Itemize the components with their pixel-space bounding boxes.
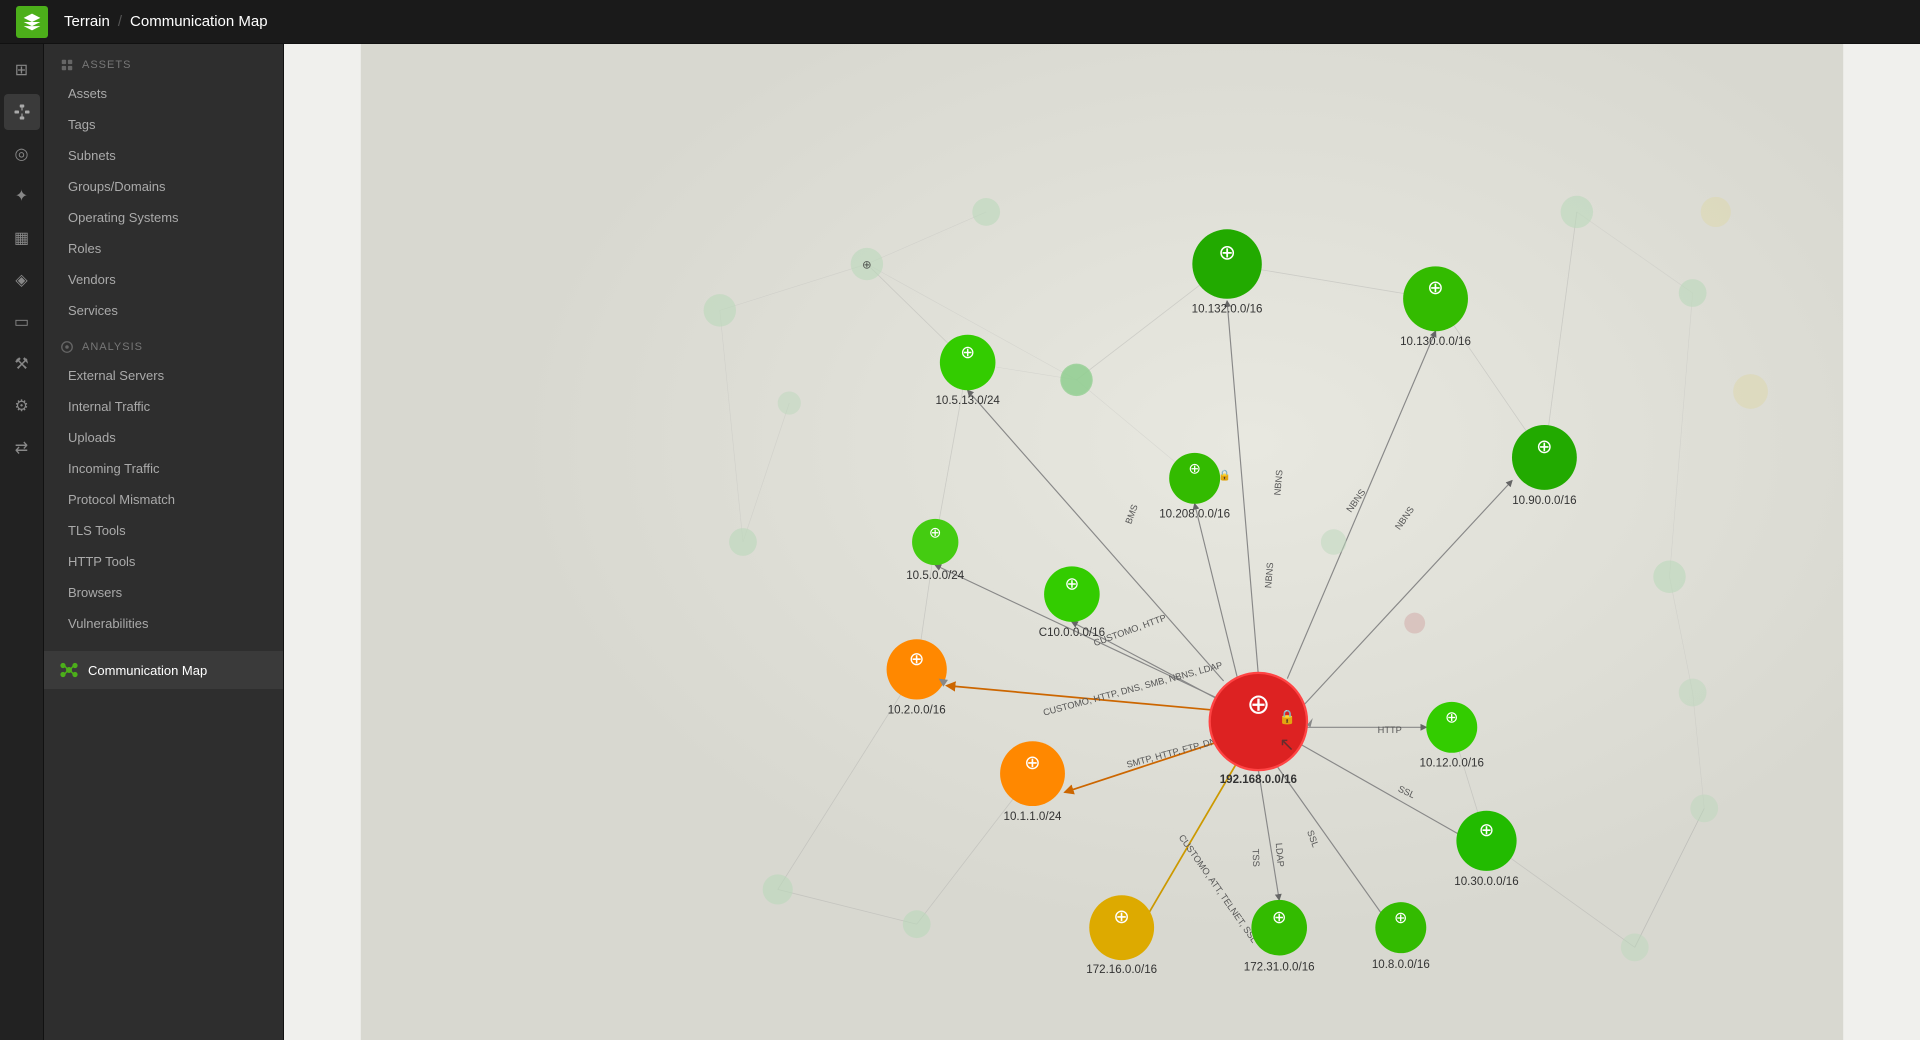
- svg-text:10.12.0.0/16: 10.12.0.0/16: [1420, 758, 1484, 770]
- reports-nav[interactable]: ▦: [4, 220, 40, 256]
- svg-text:10.132.0.0/16: 10.132.0.0/16: [1192, 304, 1263, 316]
- svg-text:10.90.0.0/16: 10.90.0.0/16: [1512, 495, 1576, 507]
- svg-text:172.31.0.0/16: 172.31.0.0/16: [1244, 962, 1315, 974]
- sidebar-item-internal-traffic[interactable]: Internal Traffic: [44, 391, 283, 422]
- svg-text:10.5.13.0/24: 10.5.13.0/24: [935, 395, 1000, 407]
- svg-text:⊕: ⊕: [1394, 909, 1408, 927]
- svg-text:172.16.0.0/16: 172.16.0.0/16: [1086, 964, 1157, 976]
- icon-bar: ⊞ ◎ ✦ ▦ ◈ ▭ ⚒ ⚙ ⇄: [0, 44, 44, 1040]
- sidebar-item-protocol-mismatch[interactable]: Protocol Mismatch: [44, 484, 283, 515]
- svg-text:⊕: ⊕: [1218, 241, 1235, 264]
- svg-text:⊕: ⊕: [929, 524, 942, 541]
- svg-text:⊕: ⊕: [1188, 461, 1201, 478]
- sidebar-item-vendors[interactable]: Vendors: [44, 264, 283, 295]
- sidebar-item-subnets[interactable]: Subnets: [44, 140, 283, 171]
- svg-text:⊕: ⊕: [909, 648, 925, 669]
- sidebar-item-http-tools[interactable]: HTTP Tools: [44, 546, 283, 577]
- svg-text:🔒: 🔒: [1279, 709, 1296, 726]
- app-logo: [16, 6, 48, 38]
- settings-nav[interactable]: ⚙: [4, 388, 40, 424]
- svg-text:10.8.0.0/16: 10.8.0.0/16: [1372, 959, 1430, 971]
- analysis-section-header: ANALYSIS: [44, 326, 283, 360]
- sidebar-item-os[interactable]: Operating Systems: [44, 202, 283, 233]
- tools-nav[interactable]: ⚒: [4, 346, 40, 382]
- sidebar-item-services[interactable]: Services: [44, 295, 283, 326]
- svg-text:↖: ↖: [1279, 733, 1295, 754]
- alerts-nav[interactable]: ◈: [4, 262, 40, 298]
- svg-text:⊕: ⊕: [1065, 573, 1080, 593]
- svg-text:HTTP: HTTP: [1378, 725, 1402, 735]
- sidebar-item-tags[interactable]: Tags: [44, 109, 283, 140]
- assets-section-header: ASSETS: [44, 44, 283, 78]
- svg-text:⊕: ⊕: [1024, 752, 1040, 774]
- sidebar: ASSETS Assets Tags Subnets Groups/Domain…: [44, 44, 284, 1040]
- svg-text:⊕: ⊕: [1113, 906, 1129, 928]
- svg-text:⊕: ⊕: [1247, 688, 1270, 719]
- sidebar-item-communication-map[interactable]: Communication Map: [44, 651, 283, 689]
- svg-text:⊕: ⊕: [1479, 819, 1495, 840]
- breadcrumb-separator: /: [118, 13, 122, 30]
- network-nav[interactable]: [4, 94, 40, 130]
- map-svg: BMS NBNS NBNS NBNS NBNS CUSTOMO, HTTP CU…: [284, 44, 1920, 1040]
- share-nav[interactable]: ⇄: [4, 430, 40, 466]
- main-layout: ⊞ ◎ ✦ ▦ ◈ ▭ ⚒ ⚙ ⇄ ASSETS Assets Tags Sub…: [0, 44, 1920, 1040]
- sidebar-item-incoming-traffic[interactable]: Incoming Traffic: [44, 453, 283, 484]
- svg-text:LDAP: LDAP: [1274, 842, 1286, 867]
- app-title: Terrain: [64, 13, 110, 30]
- sidebar-item-groups[interactable]: Groups/Domains: [44, 171, 283, 202]
- sidebar-item-vulnerabilities[interactable]: Vulnerabilities: [44, 608, 283, 639]
- svg-text:⊕: ⊕: [1445, 709, 1459, 727]
- content-area: BMS NBNS NBNS NBNS NBNS CUSTOMO, HTTP CU…: [284, 44, 1920, 1040]
- monitor-nav[interactable]: ▭: [4, 304, 40, 340]
- svg-text:10.1.1.0/24: 10.1.1.0/24: [1004, 811, 1063, 823]
- svg-text:10.30.0.0/16: 10.30.0.0/16: [1454, 876, 1518, 888]
- svg-text:⊕: ⊕: [960, 342, 975, 362]
- topbar: Terrain / Communication Map: [0, 0, 1920, 44]
- svg-text:C10.0.0.0/16: C10.0.0.0/16: [1039, 627, 1105, 639]
- svg-text:10.208.0.0/16: 10.208.0.0/16: [1159, 509, 1230, 521]
- svg-text:🔒: 🔒: [1218, 469, 1231, 481]
- svg-text:192.168.0.0/16: 192.168.0.0/16: [1220, 774, 1298, 786]
- dashboard-nav[interactable]: ⊞: [4, 52, 40, 88]
- svg-text:⊕: ⊕: [1272, 907, 1287, 927]
- sidebar-item-tls-tools[interactable]: TLS Tools: [44, 515, 283, 546]
- page-title: Communication Map: [130, 13, 268, 30]
- svg-text:10.130.0.0/16: 10.130.0.0/16: [1400, 336, 1471, 348]
- sidebar-item-browsers[interactable]: Browsers: [44, 577, 283, 608]
- network-map[interactable]: BMS NBNS NBNS NBNS NBNS CUSTOMO, HTTP CU…: [284, 44, 1920, 1040]
- fingerprint-nav[interactable]: ✦: [4, 178, 40, 214]
- svg-text:⊕: ⊕: [1427, 277, 1443, 299]
- svg-text:10.5.0.0/24: 10.5.0.0/24: [906, 570, 965, 582]
- svg-text:TSS: TSS: [1251, 849, 1262, 867]
- sidebar-item-assets[interactable]: Assets: [44, 78, 283, 109]
- sidebar-item-uploads[interactable]: Uploads: [44, 422, 283, 453]
- svg-text:10.2.0.0/16: 10.2.0.0/16: [888, 704, 946, 716]
- svg-text:⊕: ⊕: [1536, 436, 1552, 458]
- sidebar-item-roles[interactable]: Roles: [44, 233, 283, 264]
- globe-nav[interactable]: ◎: [4, 136, 40, 172]
- svg-text:⊕: ⊕: [862, 260, 872, 272]
- sidebar-item-external-servers[interactable]: External Servers: [44, 360, 283, 391]
